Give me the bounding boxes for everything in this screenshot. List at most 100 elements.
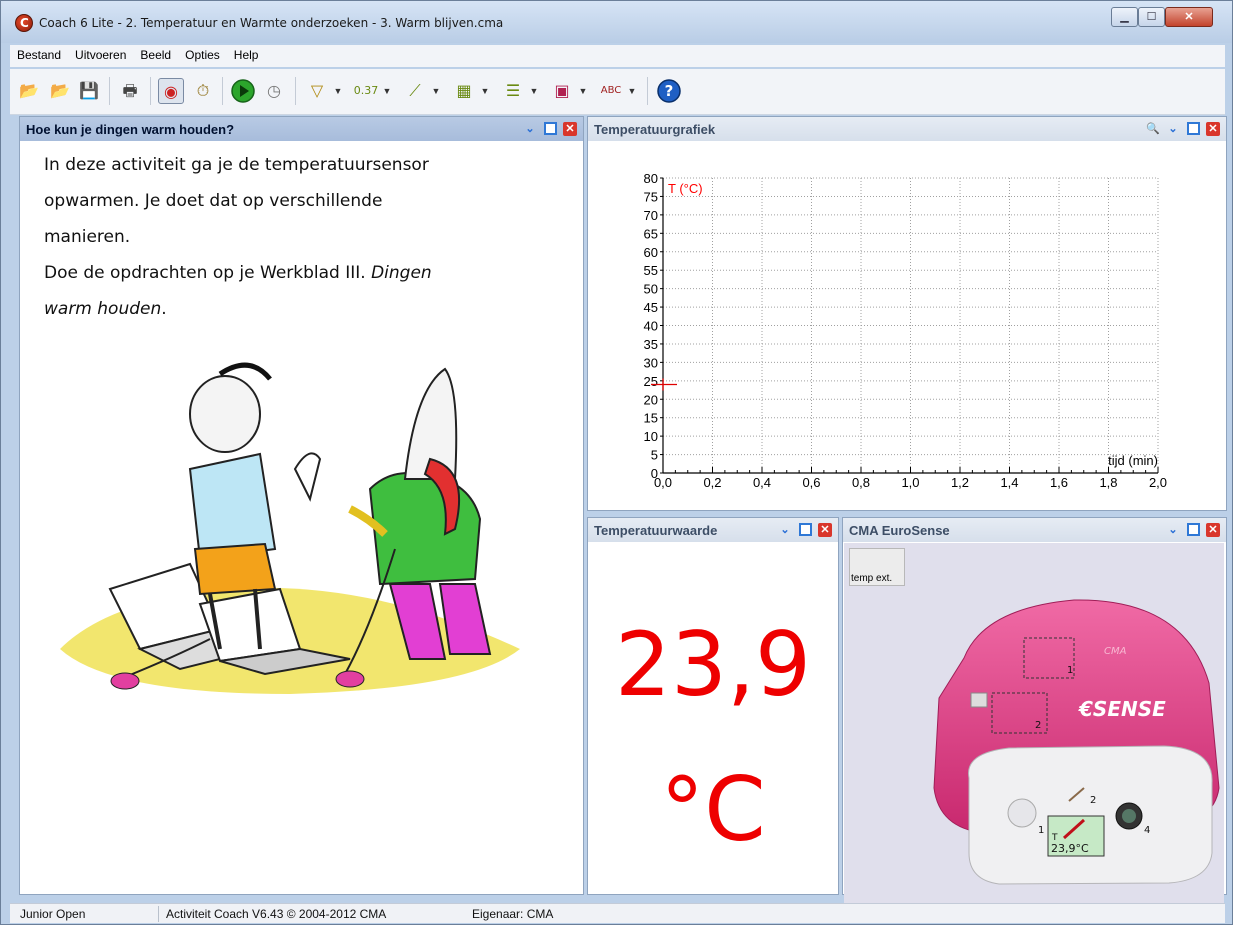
y-tick-label: 55 xyxy=(644,263,658,278)
text-icon[interactable]: ☰ xyxy=(500,78,526,104)
port-2-label: 2 xyxy=(1035,720,1041,731)
status-mode: Junior Open xyxy=(20,907,86,921)
eurosense-panel-title: CMA EuroSense xyxy=(849,523,950,538)
eurosense-logo: €SENSE xyxy=(1078,697,1166,721)
table-dropdown-icon[interactable]: ▼ xyxy=(480,85,490,97)
temperature-unit: °C xyxy=(660,758,766,861)
video-dropdown-icon[interactable]: ▼ xyxy=(578,85,588,97)
close-icon[interactable]: ✕ xyxy=(818,523,832,537)
chevron-down-icon[interactable]: ⌄ xyxy=(523,122,537,136)
menu-beeld[interactable]: Beeld xyxy=(133,45,178,62)
text-panel: Hoe kun je dingen warm houden? ⌄ ✕ In de… xyxy=(19,116,584,895)
spelling-icon[interactable]: ABC xyxy=(598,78,624,104)
temp-ext-button[interactable]: temp ext. xyxy=(849,548,905,586)
text-line: warm houden. xyxy=(44,291,554,327)
help-icon[interactable]: ? xyxy=(656,78,682,104)
video-icon[interactable]: ▣ xyxy=(549,78,575,104)
eurosense-device-area: temp ext. 1 2 €SENSE CMA 1 2 4 T 23,9°C xyxy=(844,543,1224,903)
graph-panel-header[interactable]: Temperatuurgrafiek 🔍 ⌄ ✕ xyxy=(588,117,1226,141)
text-span: Doe de opdrachten op je Werkblad III. xyxy=(44,263,372,283)
open-result-icon[interactable]: 📂 xyxy=(47,78,73,104)
text-italic-span: Dingen xyxy=(371,263,432,283)
x-tick-label: 0,8 xyxy=(852,475,870,490)
close-window-button[interactable]: ✕ xyxy=(1165,7,1213,27)
y-tick-label: 30 xyxy=(644,355,658,370)
y-tick-label: 15 xyxy=(644,411,658,426)
status-bar: Junior Open Activiteit Coach V6.43 © 200… xyxy=(10,903,1225,923)
graph-icon[interactable]: ⟋ xyxy=(402,78,428,104)
restore-icon[interactable] xyxy=(544,122,557,135)
buzzer-icon xyxy=(1007,798,1037,828)
open-activity-icon[interactable]: 📂 xyxy=(16,78,42,104)
close-icon[interactable]: ✕ xyxy=(1206,122,1220,136)
x-tick-label: 0,6 xyxy=(802,475,820,490)
y-tick-label: 50 xyxy=(644,282,658,297)
y-tick-label: 20 xyxy=(644,392,658,407)
restore-icon[interactable] xyxy=(1187,122,1200,135)
meter-icon[interactable]: 0.37 xyxy=(353,78,379,104)
y-tick-label: 10 xyxy=(644,429,658,444)
table-icon[interactable]: ▦ xyxy=(451,78,477,104)
cartoon-illustration xyxy=(60,362,520,694)
text-panel-title: Hoe kun je dingen warm houden? xyxy=(26,122,235,137)
text-dropdown-icon[interactable]: ▼ xyxy=(529,85,539,97)
port-1-label: 1 xyxy=(1067,665,1073,676)
temperature-graph[interactable]: 051015202530354045505560657075800,0 0,2 0,… xyxy=(588,143,1226,511)
eurosense-panel: CMA EuroSense ⌄ ✕ temp ext. 1 2 €SENSE C… xyxy=(842,517,1227,903)
menu-opties[interactable]: Opties xyxy=(178,45,227,62)
cma-brand: CMA xyxy=(1104,646,1127,657)
sensor-setup-icon[interactable]: ◉ xyxy=(158,78,184,104)
y-tick-label: 65 xyxy=(644,226,658,241)
stop-icon[interactable]: ◷ xyxy=(261,78,287,104)
text-line: In deze activiteit ga je de temperatuurs… xyxy=(44,155,429,175)
title-bar[interactable]: C Coach 6 Lite - 2. Temperatuur en Warmt… xyxy=(1,1,1232,43)
menu-uitvoeren[interactable]: Uitvoeren xyxy=(68,45,133,62)
menu-bestand[interactable]: Bestand xyxy=(10,45,68,62)
eurosense-panel-header[interactable]: CMA EuroSense ⌄ ✕ xyxy=(843,518,1226,542)
x-tick-label: 1,2 xyxy=(951,475,969,490)
close-icon[interactable]: ✕ xyxy=(1206,523,1220,537)
print-icon[interactable]: 🖶 xyxy=(117,78,143,104)
minimize-button[interactable]: ▁ xyxy=(1111,7,1138,27)
y-tick-label: 35 xyxy=(644,337,658,352)
graph-panel: Temperatuurgrafiek 🔍 ⌄ ✕ 0 5 10 15 20 25 30 35 4… xyxy=(587,116,1227,511)
y-tick-label: 75 xyxy=(644,189,658,204)
text-span: . xyxy=(161,299,167,319)
chevron-down-icon[interactable]: ⌄ xyxy=(778,523,792,537)
temperature-value: 23,9 xyxy=(615,613,811,716)
window-title: Coach 6 Lite - 2. Temperatuur en Warmte … xyxy=(39,16,504,30)
meter-dropdown-icon[interactable]: ▼ xyxy=(382,85,392,97)
menu-help[interactable]: Help xyxy=(227,45,266,62)
diagram-icon[interactable]: ▽ xyxy=(304,78,330,104)
graph-dropdown-icon[interactable]: ▼ xyxy=(431,85,441,97)
text-panel-header[interactable]: Hoe kun je dingen warm houden? ⌄ ✕ xyxy=(20,117,583,141)
x-axis-label: tijd (min) xyxy=(1108,453,1158,468)
chevron-down-icon[interactable]: ⌄ xyxy=(1166,523,1180,537)
text-italic-span: warm houden xyxy=(44,299,162,319)
spelling-dropdown-icon[interactable]: ▼ xyxy=(627,85,637,97)
zoom-icon[interactable]: 🔍 xyxy=(1146,122,1160,136)
app-window: C Coach 6 Lite - 2. Temperatuur en Warmt… xyxy=(0,0,1233,925)
y-tick-label: 5 xyxy=(651,448,658,463)
x-tick-label: 1,8 xyxy=(1099,475,1117,490)
x-tick-label: 2,0 xyxy=(1149,475,1167,490)
toolbar: 📂 📂 💾 🖶 ◉ ⏱ ◷ ▽ ▼ 0.37 ▼ ⟋ ▼ ▦ ▼ ☰ ▼ ▣ ▼… xyxy=(10,69,1225,115)
restore-icon[interactable] xyxy=(1187,523,1200,536)
meter-panel: Temperatuurwaarde ⌄ ✕ 23,9 °C xyxy=(587,517,839,895)
chevron-down-icon[interactable]: ⌄ xyxy=(1166,122,1180,136)
diagram-dropdown-icon[interactable]: ▼ xyxy=(333,85,343,97)
save-icon[interactable]: 💾 xyxy=(76,78,102,104)
meter-panel-header[interactable]: Temperatuurwaarde ⌄ ✕ xyxy=(588,518,838,542)
text-line: manieren. xyxy=(44,227,131,247)
menu-bar: Bestand Uitvoeren Beeld Opties Help xyxy=(10,45,1225,67)
restore-icon[interactable] xyxy=(799,523,812,536)
timer-icon[interactable]: ⏱ xyxy=(190,78,216,104)
activity-text: In deze activiteit ga je de temperatuurs… xyxy=(44,147,554,327)
status-activity: Activiteit Coach V6.43 © 2004-2012 CMA xyxy=(166,907,387,921)
start-icon[interactable] xyxy=(230,78,256,104)
y-tick-label: 80 xyxy=(644,171,658,186)
close-icon[interactable]: ✕ xyxy=(563,122,577,136)
speaker-icon[interactable] xyxy=(970,692,988,708)
x-tick-label: 0,2 xyxy=(703,475,721,490)
maximize-button[interactable]: ☐ xyxy=(1138,7,1165,27)
